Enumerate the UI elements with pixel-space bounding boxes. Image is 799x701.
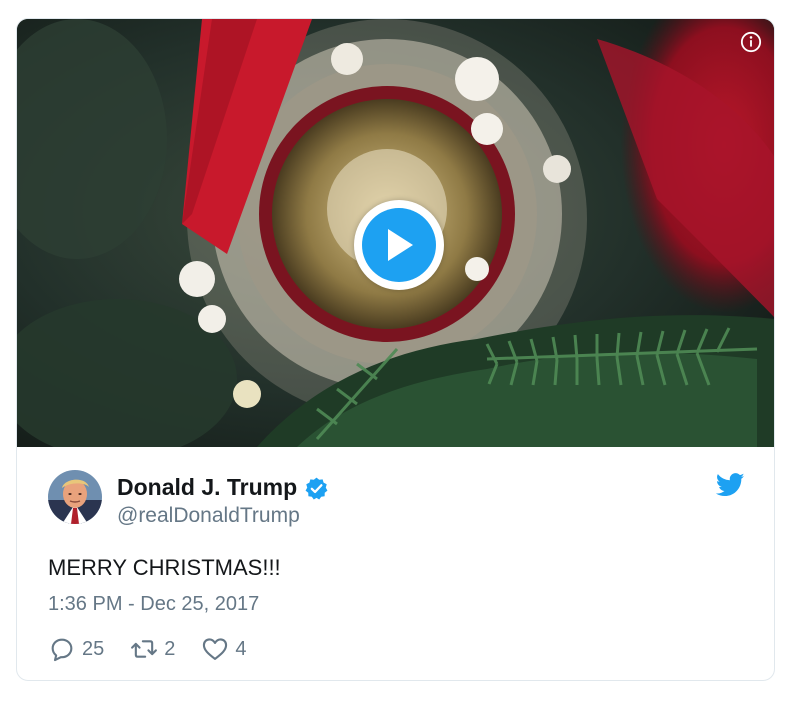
retweet-count: 2 bbox=[164, 637, 176, 660]
tweet-body: Donald J. Trump @realDonaldTrump MERRY C… bbox=[17, 447, 774, 680]
verified-badge-icon bbox=[305, 477, 328, 500]
author-handle[interactable]: @realDonaldTrump bbox=[117, 504, 300, 528]
tweet-actions: 25 2 4 bbox=[48, 634, 273, 664]
heart-icon bbox=[203, 638, 228, 660]
reply-button[interactable]: 25 bbox=[48, 635, 104, 663]
embedded-tweet-card: Donald J. Trump @realDonaldTrump MERRY C… bbox=[16, 18, 775, 681]
avatar[interactable] bbox=[48, 470, 102, 524]
play-icon bbox=[388, 229, 413, 261]
retweet-icon bbox=[131, 640, 158, 658]
like-count: 4 bbox=[235, 637, 247, 660]
reply-count: 25 bbox=[82, 637, 105, 660]
play-button[interactable] bbox=[354, 200, 444, 290]
video-player[interactable] bbox=[17, 19, 774, 447]
avatar-image bbox=[48, 470, 102, 524]
reply-icon bbox=[51, 638, 73, 662]
author-name[interactable]: Donald J. Trump bbox=[117, 474, 297, 501]
tweet-text: MERRY CHRISTMAS!!! bbox=[48, 555, 281, 580]
info-icon[interactable] bbox=[740, 31, 762, 53]
retweet-button[interactable]: 2 bbox=[130, 635, 175, 663]
twitter-bird-icon[interactable] bbox=[716, 473, 745, 497]
play-button-circle bbox=[362, 208, 436, 282]
tweet-timestamp[interactable]: 1:36 PM - Dec 25, 2017 bbox=[48, 593, 259, 616]
like-button[interactable]: 4 bbox=[201, 635, 247, 663]
